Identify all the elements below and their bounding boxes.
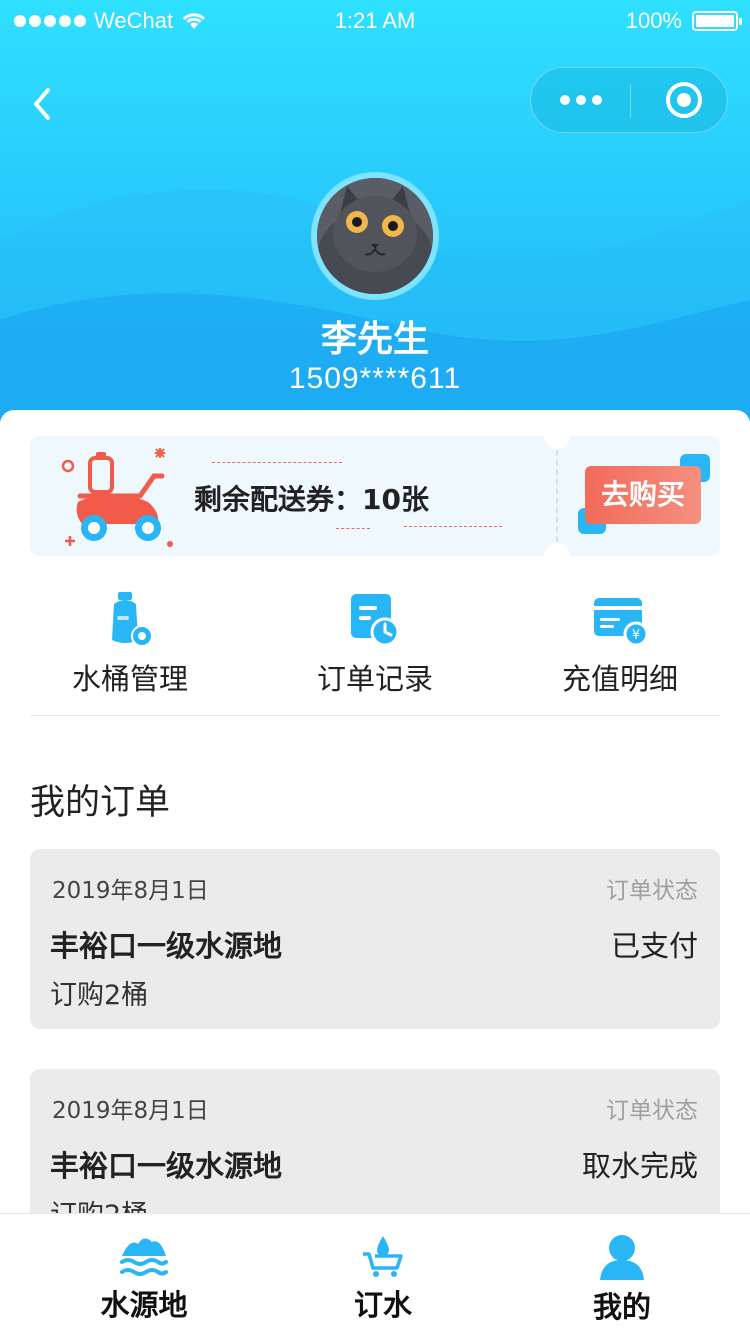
tab-order-water[interactable]: 订水: [283, 1214, 483, 1334]
order-clock-icon: [351, 594, 400, 647]
tab-order-water-label: 订水: [353, 1288, 412, 1322]
bucket-management-action[interactable]: 水桶管理: [30, 590, 230, 698]
order-date: 2019年8月1日: [52, 878, 209, 904]
battery-percent: 100%: [625, 8, 682, 33]
coupon-dash-1: [212, 462, 342, 463]
coupon-notch-top: [544, 423, 570, 449]
close-target-icon[interactable]: [666, 82, 702, 118]
recharge-details-action[interactable]: ¥ 充值明细: [520, 590, 720, 698]
order-status-label: 订单状态: [606, 878, 698, 904]
order-quantity: 订购2桶: [50, 980, 149, 1011]
content-card: 剩余配送券：10张 去购买 水桶管理 订单记录 ¥ 充值明细 我的订单 2019…: [0, 410, 750, 1334]
order-history-label: 订单记录: [316, 662, 433, 696]
my-orders-title: 我的订单: [30, 783, 171, 823]
tab-mine-label: 我的: [592, 1290, 651, 1324]
coupon-remaining-text: 剩余配送券：10张: [194, 483, 429, 516]
bottom-tab-bar: 水源地 订水 我的: [0, 1213, 750, 1334]
quick-actions: 水桶管理 订单记录 ¥ 充值明细: [30, 590, 720, 716]
order-status: 取水完成: [581, 1149, 698, 1183]
back-arrow-icon[interactable]: [28, 84, 64, 124]
more-dots-icon[interactable]: [531, 68, 631, 132]
order-status: 已支付: [610, 929, 698, 963]
user-icon: [600, 1235, 644, 1280]
tab-mine[interactable]: 我的: [522, 1214, 722, 1334]
coupon-dash-2: [336, 528, 370, 529]
order-history-action[interactable]: 订单记录: [275, 590, 475, 698]
status-bar: WeChat 1:21 AM 100%: [0, 0, 750, 40]
svg-text:¥: ¥: [632, 628, 640, 643]
delivery-scooter-icon: [61, 448, 173, 547]
recharge-yen-icon: ¥: [594, 598, 649, 647]
miniprogram-capsule: [530, 67, 728, 133]
water-bucket-gear-icon: [112, 592, 153, 647]
coupon-separator: [556, 450, 558, 542]
cart-water-icon: [363, 1236, 403, 1277]
coupon-dash-3: [404, 526, 502, 527]
order-date: 2019年8月1日: [52, 1098, 209, 1124]
avatar[interactable]: [311, 172, 439, 300]
user-name: 李先生: [320, 319, 429, 360]
recharge-details-label: 充值明细: [561, 662, 678, 696]
cat-avatar-image: [317, 178, 433, 294]
water-source-icon: [120, 1238, 168, 1276]
coupon-card: 剩余配送券：10张 去购买: [30, 423, 720, 569]
tab-water-source-label: 水源地: [100, 1288, 188, 1322]
battery-icon: [692, 11, 742, 31]
order-source-name: 丰裕口一级水源地: [50, 1149, 283, 1183]
order-source-name: 丰裕口一级水源地: [50, 929, 283, 963]
user-phone: 1509****611: [288, 362, 462, 395]
profile-header: WeChat 1:21 AM 100% 李先生 1509****611: [0, 0, 750, 430]
order-status-label: 订单状态: [606, 1098, 698, 1124]
order-card[interactable]: 2019年8月1日 订单状态 丰裕口一级水源地 已支付 订购2桶: [30, 849, 720, 1029]
capsule-divider: [630, 84, 631, 118]
tab-water-source[interactable]: 水源地: [44, 1214, 244, 1334]
buy-coupon-button[interactable]: 去购买: [585, 466, 701, 524]
coupon-notch-bottom: [544, 543, 570, 569]
bucket-management-label: 水桶管理: [71, 662, 188, 696]
